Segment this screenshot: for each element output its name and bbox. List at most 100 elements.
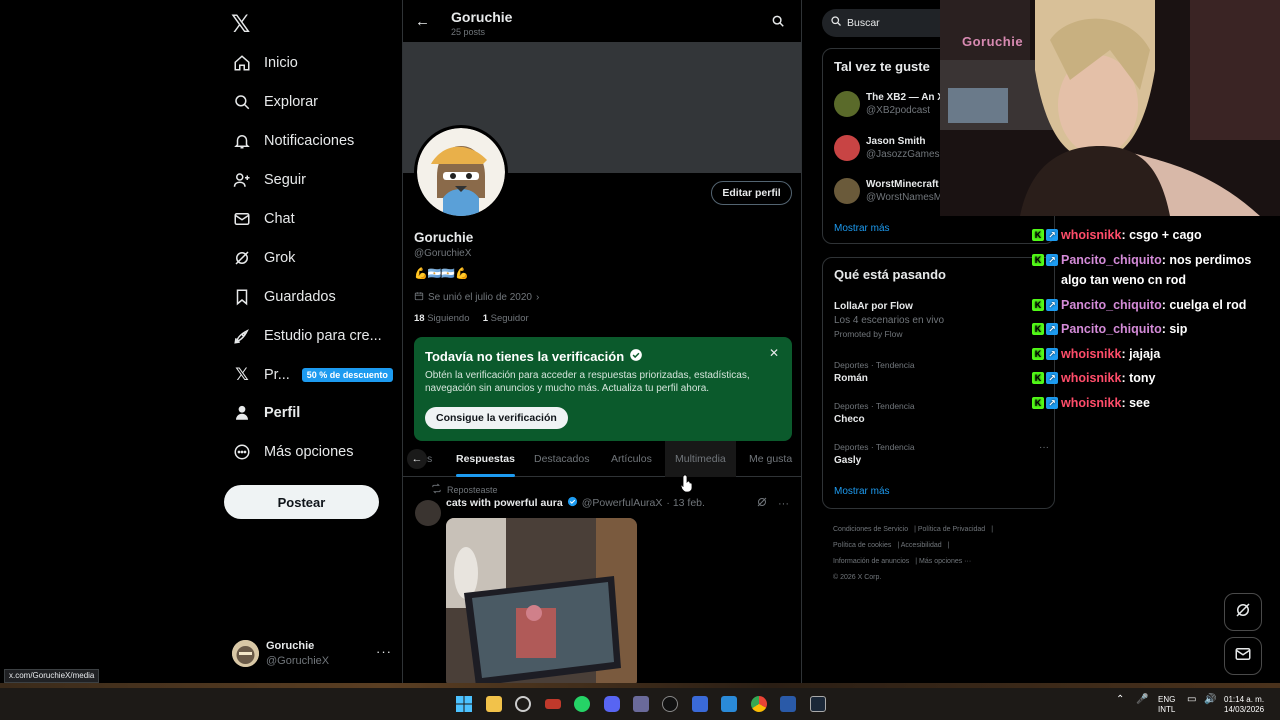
tweet[interactable]: Reposteaste cats with powerful aura @Pow… xyxy=(403,478,801,683)
messages-floating-button[interactable] xyxy=(1224,637,1262,675)
avatar xyxy=(834,91,860,117)
language-indicator[interactable]: ENG INTL xyxy=(1158,695,1175,715)
x-logo-icon[interactable]: 𝕏 xyxy=(231,10,250,39)
nav-item-perfil[interactable]: Perfil xyxy=(232,397,300,429)
show-more-link[interactable]: Mostrar más xyxy=(834,223,890,234)
tweet-media-image[interactable] xyxy=(446,518,637,683)
trend-category: Deportes · Tendencia xyxy=(834,442,915,452)
trend-item[interactable]: Deportes · Tendencia Román xyxy=(834,360,1049,384)
tweet-date[interactable]: · 13 feb. xyxy=(666,497,705,509)
windows-start-icon[interactable] xyxy=(456,696,472,712)
grok-icon[interactable] xyxy=(756,496,768,511)
verified-badge-icon xyxy=(567,496,578,510)
nav-item-chat[interactable]: Chat xyxy=(232,203,295,235)
trend-name: Gasly xyxy=(834,455,862,466)
network-icon[interactable]: ▭ xyxy=(1187,695,1196,705)
tab-articulos[interactable]: Artículos xyxy=(611,441,652,477)
nav-label: Seguir xyxy=(264,172,306,188)
mail-icon xyxy=(232,209,252,229)
discord-icon[interactable] xyxy=(604,696,620,712)
footer-link[interactable]: Política de Privacidad xyxy=(918,526,985,533)
profile-handle: @GoruchieX xyxy=(414,248,472,259)
nav-item-grok[interactable]: Grok xyxy=(232,242,295,274)
microphone-icon[interactable]: 🎤 xyxy=(1136,695,1148,705)
volume-icon[interactable]: 🔊 xyxy=(1204,695,1216,705)
boost-badge-icon: ↗ xyxy=(1046,372,1058,384)
footer-link[interactable]: Accesibilidad xyxy=(901,542,942,549)
nav-item-mas-opciones[interactable]: Más opciones xyxy=(232,436,353,468)
chat-username: Pancito_chiquito xyxy=(1061,252,1162,267)
get-verified-button[interactable]: Consigue la verificación xyxy=(425,407,568,429)
mail-icon xyxy=(1234,645,1252,668)
obs-icon[interactable] xyxy=(662,696,678,712)
edit-profile-button[interactable]: Editar perfil xyxy=(711,181,792,205)
following-link[interactable]: 18 Siguiendo xyxy=(414,313,469,324)
followers-link[interactable]: 1 Seguidor xyxy=(483,313,529,324)
steam-icon[interactable] xyxy=(810,696,826,712)
settings-icon[interactable] xyxy=(515,696,531,712)
whatsapp-icon[interactable] xyxy=(574,696,590,712)
tab-me-gusta[interactable]: Me gusta xyxy=(749,441,792,477)
chrome-icon[interactable] xyxy=(751,696,767,712)
more-circle-icon xyxy=(232,442,252,462)
verified-badge-icon xyxy=(629,348,643,365)
app-icon[interactable] xyxy=(545,699,561,709)
nav-item-premium[interactable]: 𝕏 Pr... 50 % de descuento xyxy=(232,359,393,391)
app-icon[interactable] xyxy=(780,696,796,712)
footer-link[interactable]: Condiciones de Servicio xyxy=(833,526,908,533)
nav-label: Estudio para cre... xyxy=(264,328,382,344)
more-dots-icon[interactable]: ··· xyxy=(1039,442,1049,453)
chat-message: K ↗ whoisnikk: tony xyxy=(1031,368,1280,389)
tab-destacados[interactable]: Destacados xyxy=(534,441,589,477)
tab-respuestas[interactable]: Respuestas xyxy=(456,441,515,477)
nav-item-inicio[interactable]: Inicio xyxy=(232,47,298,79)
trend-item[interactable]: Deportes · Tendencia Checo xyxy=(834,401,1049,425)
search-icon[interactable] xyxy=(771,14,785,33)
nav-item-estudio[interactable]: Estudio para cre... xyxy=(232,320,382,352)
tweet-author-avatar[interactable] xyxy=(415,500,441,526)
chevron-up-icon[interactable]: ⌃ xyxy=(1116,695,1124,705)
promoted-trend[interactable]: LollaAr por Flow Los 4 escenarios en viv… xyxy=(834,301,1049,339)
back-arrow-icon[interactable]: ← xyxy=(415,13,430,30)
nav-label: Perfil xyxy=(264,405,301,421)
nav-item-guardados[interactable]: Guardados xyxy=(232,281,336,313)
x-icon: 𝕏 xyxy=(235,365,249,384)
account-switcher[interactable]: Goruchie @GoruchieX ··· xyxy=(232,638,392,670)
grok-floating-button[interactable] xyxy=(1224,593,1262,631)
scroll-left-arrow-icon[interactable]: ← xyxy=(407,449,427,469)
profile-avatar[interactable] xyxy=(414,125,508,219)
tweet-author-name[interactable]: cats with powerful aura xyxy=(446,497,563,509)
bookmark-icon xyxy=(232,287,252,307)
close-icon[interactable]: ✕ xyxy=(769,346,779,360)
chat-message: K ↗ whoisnikk: csgo + cago xyxy=(1031,225,1280,246)
footer-link[interactable]: Más opciones ··· xyxy=(919,558,971,565)
nav-item-notificaciones[interactable]: Notificaciones xyxy=(232,125,354,157)
file-explorer-icon[interactable] xyxy=(486,696,502,712)
person-icon xyxy=(232,403,252,423)
tweet-author-handle[interactable]: @PowerfulAuraX xyxy=(582,497,663,509)
trends-title: Qué está pasando xyxy=(834,267,946,282)
profile-joined: Se unió el julio de 2020 › xyxy=(414,291,539,304)
show-more-link[interactable]: Mostrar más xyxy=(834,486,890,497)
app-icon[interactable] xyxy=(721,696,737,712)
trend-item[interactable]: Deportes · Tendencia Gasly ··· xyxy=(834,442,1049,466)
follow-icon xyxy=(232,170,252,190)
chat-username: whoisnikk xyxy=(1061,395,1122,410)
kick-badge-icon: K xyxy=(1032,396,1044,409)
app-icon[interactable] xyxy=(633,696,649,712)
chat-username: whoisnikk xyxy=(1061,228,1122,242)
tab-multimedia[interactable]: Multimedia xyxy=(665,441,736,477)
nav-item-explorar[interactable]: Explorar xyxy=(232,86,318,118)
footer-link[interactable]: Política de cookies xyxy=(833,542,891,549)
premium-discount-badge: 50 % de descuento xyxy=(301,368,393,382)
post-button[interactable]: Postear xyxy=(224,485,379,519)
app-icon[interactable] xyxy=(692,696,708,712)
chat-text: : cuelga el rod xyxy=(1161,297,1247,312)
tab-posts[interactable]: s xyxy=(427,441,432,477)
nav-item-seguir[interactable]: Seguir xyxy=(232,164,306,196)
more-dots-icon[interactable]: ··· xyxy=(778,498,789,510)
chat-message: K ↗ whoisnikk: jajaja xyxy=(1031,344,1280,365)
footer-link[interactable]: Información de anuncios xyxy=(833,558,909,565)
more-dots-icon[interactable]: ··· xyxy=(376,644,392,659)
clock[interactable]: 01:14 a. m. 14/03/2026 xyxy=(1224,695,1264,715)
